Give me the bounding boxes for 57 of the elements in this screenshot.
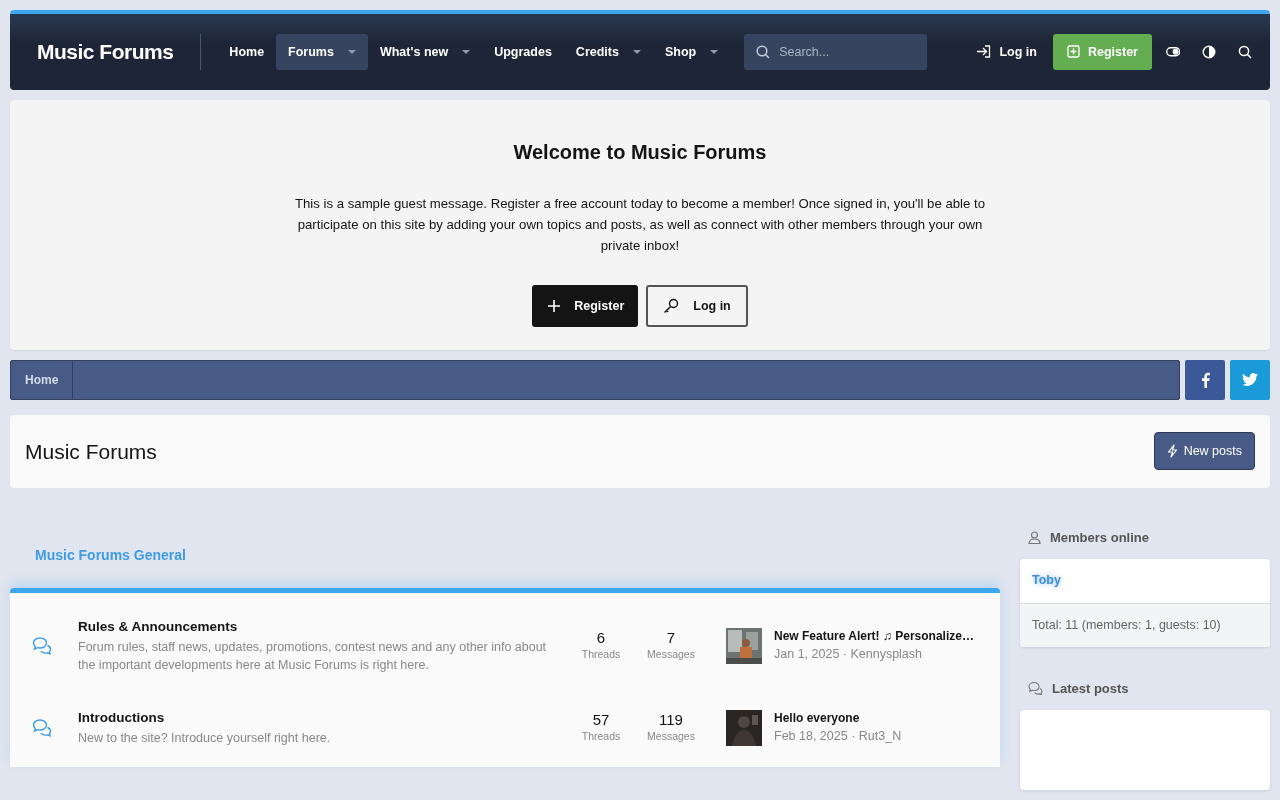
caret-icon[interactable] bbox=[347, 50, 356, 54]
person-icon bbox=[1028, 530, 1041, 544]
nav-tab[interactable]: Home bbox=[217, 34, 277, 70]
toggle-icon[interactable] bbox=[1166, 45, 1180, 59]
caret-icon[interactable] bbox=[710, 50, 719, 54]
sidebar-heading: Members online bbox=[1050, 528, 1149, 547]
lightning-icon bbox=[1166, 444, 1178, 459]
nav-tab[interactable]: What's new bbox=[367, 34, 483, 70]
search-icon[interactable] bbox=[1238, 45, 1252, 59]
contrast-icon[interactable] bbox=[1202, 45, 1216, 59]
plus-icon bbox=[1066, 45, 1080, 59]
nav-tab[interactable]: Credits bbox=[563, 34, 653, 70]
twitter-share-button[interactable] bbox=[1230, 360, 1270, 401]
chat-icon bbox=[1028, 681, 1043, 696]
member-link[interactable]: Toby bbox=[1032, 573, 1061, 587]
forum-title-link[interactable]: Introductions bbox=[78, 708, 566, 729]
site-logo[interactable]: Music Forums bbox=[37, 34, 202, 70]
stat-label: Threads bbox=[580, 729, 622, 745]
search-icon bbox=[756, 45, 771, 59]
search-field[interactable]: Search... bbox=[744, 34, 928, 70]
post-meta: Feb 18, 2025 · Rut3_N bbox=[774, 728, 902, 746]
bird-icon bbox=[1242, 373, 1258, 388]
stat-count: 57 bbox=[591, 710, 611, 730]
sidebar-heading: Latest posts bbox=[1052, 679, 1129, 698]
page-title: Music Forums bbox=[25, 438, 157, 464]
latest-post-link[interactable]: Hello everyone bbox=[774, 709, 902, 728]
breadcrumb-link[interactable]: Home bbox=[11, 361, 74, 400]
latest-post-link[interactable]: New Feature Alert! ♫ Personalize… bbox=[774, 627, 974, 646]
stat-label: Threads bbox=[580, 647, 622, 663]
nav-tab[interactable]: Upgrades bbox=[482, 34, 564, 70]
nav-tab[interactable]: Forums bbox=[276, 34, 368, 70]
stat-count: 119 bbox=[658, 710, 684, 730]
chat-icon bbox=[32, 718, 52, 737]
stat-count: 7 bbox=[665, 628, 677, 648]
nav-tab[interactable]: Shop bbox=[652, 34, 731, 70]
welcome-title: Welcome to Music Forums bbox=[513, 139, 767, 164]
stat-label: Messages bbox=[646, 729, 696, 745]
login-button[interactable]: Log in bbox=[646, 284, 748, 327]
key-icon bbox=[663, 297, 680, 314]
post-meta: Jan 1, 2025 · Kennysplash bbox=[774, 646, 924, 664]
login-link[interactable]: Log in bbox=[964, 34, 1049, 70]
new-posts-button[interactable]: New posts bbox=[1153, 432, 1255, 471]
plus-icon bbox=[548, 299, 561, 312]
stat-count: 6 bbox=[595, 628, 607, 648]
facebook-icon bbox=[1200, 372, 1210, 389]
caret-icon[interactable] bbox=[462, 50, 471, 54]
forum-title-link[interactable]: Rules & Announcements bbox=[78, 617, 566, 638]
chat-icon bbox=[32, 636, 52, 655]
login-icon bbox=[976, 45, 992, 59]
forum-description: Forum rules, staff news, updates, promotions, contest news and any other info about the important developments here at Music Forums is right here. bbox=[78, 638, 548, 674]
forum-description: New to the site? Introduce yourself right here. bbox=[78, 729, 332, 747]
stat-label: Messages bbox=[646, 647, 696, 663]
guest-message: This is a sample guest message. Register a free account today to become a member! Once signed in, you'll be able to participate on this site by adding your own topics and posts, as well as connect with other members through your own private inbox! bbox=[293, 194, 987, 255]
caret-icon[interactable] bbox=[632, 50, 641, 54]
facebook-share-button[interactable] bbox=[1185, 360, 1225, 401]
online-total: Total: 11 (members: 1, guests: 10) bbox=[1020, 602, 1270, 647]
register-button[interactable]: Register bbox=[532, 284, 639, 327]
